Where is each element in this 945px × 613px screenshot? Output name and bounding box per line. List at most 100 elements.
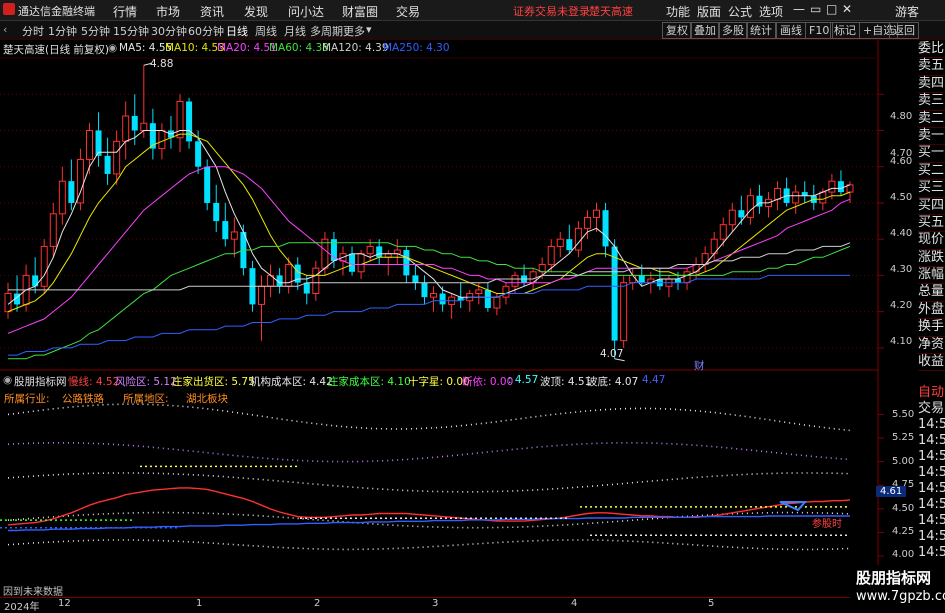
tab-multi-period[interactable]: 多周期 (310, 23, 343, 39)
candle (222, 202, 229, 247)
tab-5min[interactable]: 5分钟 (81, 23, 110, 39)
auto-label[interactable]: 自动 (918, 385, 945, 401)
minimize-icon[interactable]: — (793, 2, 805, 16)
indicator-name: 股朋指标网 (14, 376, 67, 388)
candle (213, 184, 220, 232)
tab-1min[interactable]: 1分钟 (48, 23, 77, 39)
price-tick: 4.80 (890, 111, 913, 122)
btn-back[interactable]: 返回 (889, 22, 919, 39)
trade-label[interactable]: 交易 (918, 401, 945, 417)
time-axis: 2024年 12 1 2 3 4 5 (0, 597, 878, 613)
candle-body (701, 253, 709, 266)
candle (176, 94, 184, 153)
candle (792, 184, 800, 214)
candle-body (475, 289, 483, 295)
candle (574, 221, 582, 258)
guest-label[interactable]: 游客 (895, 3, 919, 20)
candle-body (321, 238, 329, 269)
tab-monthly[interactable]: 月线 (284, 23, 306, 39)
sidebar-item: 买三 (918, 180, 945, 198)
tab-daily[interactable]: 日线 (226, 23, 248, 39)
more-dropdown-icon[interactable]: ▾ (366, 23, 372, 36)
kline-chart[interactable] (0, 40, 918, 597)
sidebar-item: 委比 (918, 41, 945, 59)
finance-marker[interactable]: 财 (694, 358, 705, 373)
menu-hangqing[interactable]: 行情 (113, 3, 137, 20)
sidebar-item: 卖四 (918, 76, 945, 94)
candle-body (58, 180, 66, 215)
menu-jiaoyi[interactable]: 交易 (396, 3, 420, 20)
sidebar-item: 买一 (918, 145, 945, 163)
settings-circle-icon[interactable]: ◉ (108, 42, 117, 54)
tab-more[interactable]: 更多 (343, 23, 365, 39)
trade-login-notice[interactable]: 证券交易未登录 (513, 3, 590, 19)
menu-zixun[interactable]: 资讯 (200, 3, 224, 20)
candle-body (583, 216, 591, 229)
ma120-label: MA120: 4.39 (322, 42, 389, 54)
btn-huaxian[interactable]: 画线 (776, 22, 806, 39)
candle-body (574, 227, 582, 251)
tab-60min[interactable]: 60分钟 (188, 23, 224, 39)
ind-curve-mid (7, 472, 851, 493)
x-label: 12 (58, 598, 71, 609)
current-stock-notice[interactable]: 楚天高速 (589, 3, 633, 19)
candle (95, 112, 102, 167)
candle-body (556, 238, 564, 247)
candle (122, 101, 130, 160)
sidebar-item: 卖五 (918, 58, 945, 76)
ind-curve-top (7, 403, 851, 432)
btn-fuquan[interactable]: 复权 (662, 22, 692, 39)
candle-body (140, 122, 148, 131)
sidebar-item: 买五 (918, 215, 945, 233)
candle-body (376, 246, 383, 258)
menu-banmian[interactable]: 版面 (697, 3, 721, 20)
candle-body (511, 274, 519, 287)
ind-duanyi: 断依: 0.00 (462, 376, 514, 388)
maximize-icon[interactable]: □ (826, 2, 837, 16)
sidebar-item: 买二 (918, 163, 945, 181)
ind-jigou-chengben: 机构成本区: 4.42 (250, 376, 333, 388)
candle (167, 115, 174, 149)
tab-weekly[interactable]: 周线 (255, 23, 277, 39)
indicator-settings-icon[interactable]: ◉ (3, 374, 12, 386)
menu-wenxiaoda[interactable]: 问小达 (288, 3, 324, 20)
price-tick: 4.50 (890, 192, 913, 203)
btn-duogu[interactable]: 多股 (718, 22, 748, 39)
candle-body (68, 181, 75, 203)
candle (801, 181, 808, 203)
sidebar-item: 卖二 (918, 111, 945, 128)
ma250-label: MA250: 4.30 (383, 42, 450, 54)
sidebar-item: 收益 (918, 354, 945, 372)
stock-title: 楚天高速(日线 前复权) (3, 44, 110, 56)
menu-gongneng[interactable]: 功能 (666, 3, 690, 20)
candle (602, 202, 609, 258)
price-tick: 4.20 (890, 300, 913, 311)
candle (746, 188, 754, 225)
tab-15min[interactable]: 15分钟 (113, 23, 149, 39)
close-icon[interactable]: ✕ (842, 2, 852, 16)
price-tick: 4.10 (890, 336, 913, 347)
candle-body (502, 285, 510, 298)
candle (448, 293, 456, 319)
sidebar-item: 现价 (918, 232, 945, 250)
menu-shichang[interactable]: 市场 (156, 3, 180, 20)
candle-body (774, 187, 782, 200)
menu-gongshi[interactable]: 公式 (728, 3, 752, 20)
menu-faxian[interactable]: 发现 (244, 3, 268, 20)
industry-label: 所属行业: (4, 393, 50, 405)
btn-diejia[interactable]: 叠加 (690, 22, 720, 39)
tab-30min[interactable]: 30分钟 (151, 23, 187, 39)
watermark-url: www.7gpzb.com (856, 589, 945, 604)
region-label: 所属地区: (123, 393, 169, 405)
restore-icon[interactable]: ▭ (810, 2, 821, 16)
candle-body (484, 289, 491, 309)
menu-caifuquan[interactable]: 财富圈 (342, 3, 378, 20)
tab-fenshi[interactable]: 分时 (22, 23, 44, 39)
back-arrow-icon[interactable]: ‹ (3, 23, 7, 36)
sidebar-item: 卖一 (918, 128, 945, 146)
btn-tongji[interactable]: 统计 (746, 22, 776, 39)
candle (393, 239, 401, 265)
menu-xuanxiang[interactable]: 选项 (759, 3, 783, 20)
btn-biaoji[interactable]: 标记 (830, 22, 860, 39)
candle (765, 192, 773, 218)
